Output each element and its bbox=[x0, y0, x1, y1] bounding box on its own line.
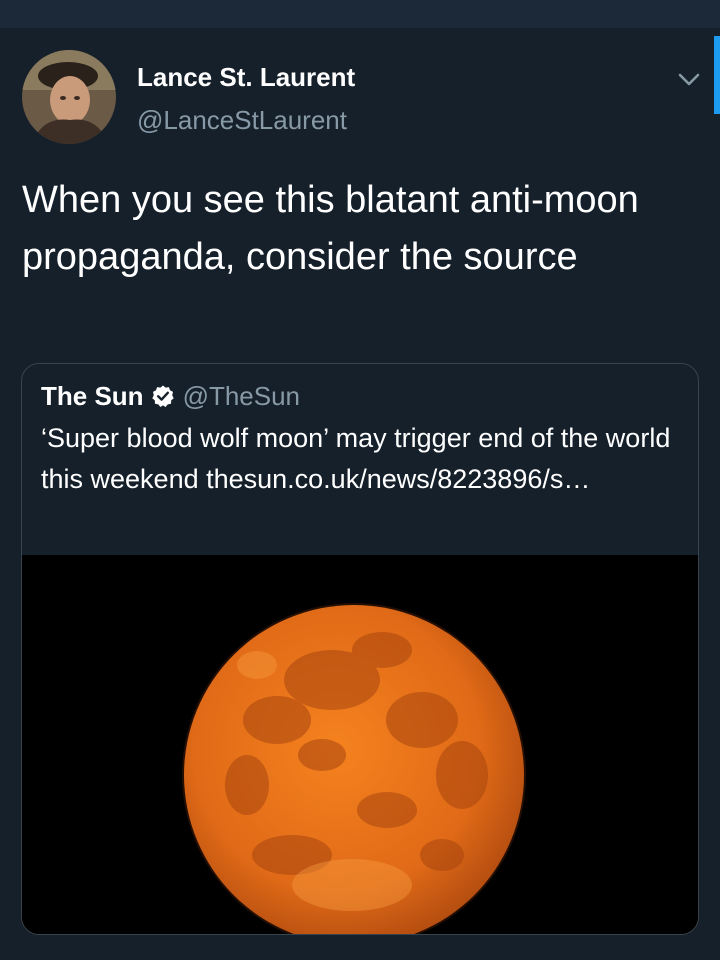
avatar[interactable] bbox=[22, 50, 116, 144]
quoted-tweet-header: The Sun @TheSun bbox=[41, 378, 300, 414]
author-name[interactable]: Lance St. Laurent bbox=[137, 62, 355, 93]
tweet: Lance St. Laurent @LanceStLaurent When y… bbox=[0, 28, 720, 960]
verified-badge-icon bbox=[151, 385, 174, 407]
chevron-down-icon[interactable] bbox=[676, 70, 702, 88]
tweet-text: When you see this blatant anti-moon prop… bbox=[22, 179, 639, 278]
quoted-author-name: The Sun bbox=[41, 380, 144, 411]
top-bar bbox=[0, 0, 720, 28]
quoted-tweet-text: ‘Super blood wolf moon’ may trigger end … bbox=[41, 423, 671, 494]
moon-image[interactable] bbox=[22, 555, 698, 934]
quoted-author-handle: @TheSun bbox=[182, 380, 301, 411]
author-handle[interactable]: @LanceStLaurent bbox=[137, 105, 347, 136]
quoted-tweet-card[interactable]: The Sun @TheSun ‘Super blood wolf moon’ … bbox=[21, 363, 699, 935]
